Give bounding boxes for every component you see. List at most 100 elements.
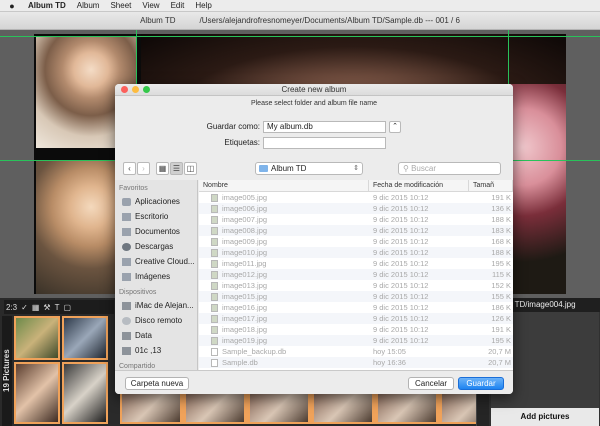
image-file-icon [211,204,218,213]
file-name-cell: image016.jpg [199,302,369,313]
menu-view[interactable]: View [142,1,159,10]
menu-app-name[interactable]: Album TD [28,1,66,10]
grid-icon[interactable]: ▦ [32,303,40,312]
text-icon[interactable]: T [55,303,60,312]
save-as-field[interactable]: My album.db [263,121,386,133]
file-date: 9 dic 2015 10:12 [373,215,429,224]
column-view-button[interactable]: ◫ [184,162,197,175]
sidebar-item-documents[interactable]: Documentos [115,224,197,239]
column-size-header[interactable]: Tamañ [469,180,513,191]
file-row[interactable]: image008.jpg 9 dic 2015 10:12 183 K [199,225,513,236]
file-row[interactable]: image013.jpg 9 dic 2015 10:12 152 K [199,280,513,291]
thumbnail[interactable] [186,392,244,422]
pictures-icon [122,272,131,281]
icon-view-button[interactable]: ▦ [156,162,169,175]
thumbnail[interactable] [314,392,372,422]
check-icon[interactable]: ✓ [21,303,28,312]
zoom-icon[interactable] [143,86,150,93]
thumbnail[interactable] [378,392,436,422]
add-pictures-button[interactable]: Add pictures [491,408,599,426]
create-album-dialog: Create new album Please select folder an… [115,84,513,394]
drive-icon [122,346,131,355]
file-row[interactable]: image007.jpg 9 dic 2015 10:12 188 K [199,214,513,225]
thumbnail[interactable] [250,392,308,422]
sidebar-item-label: Descargas [135,242,174,251]
window-titlebar: Album TD /Users/alejandrofresnomeyer/Doc… [0,12,600,30]
expand-button[interactable]: ⌃ [389,121,401,133]
sidebar-item-applications[interactable]: Aplicaciones [115,194,197,209]
thumbnail[interactable] [14,362,60,424]
file-date: hoy 16:36 [373,358,406,367]
menu-help[interactable]: Help [195,1,211,10]
sidebar-item-imac[interactable]: iMac de Alejan... [115,298,197,313]
tools-icon[interactable]: ⚒ [43,303,50,312]
image-file-icon [211,237,218,246]
file-size: 115 K [491,270,511,279]
file-row[interactable]: image009.jpg 9 dic 2015 10:12 168 K [199,236,513,247]
tags-field[interactable] [263,137,386,149]
file-name: image019.jpg [222,336,268,345]
minimize-icon[interactable] [132,86,139,93]
menu-edit[interactable]: Edit [171,1,185,10]
search-placeholder: Buscar [411,164,436,173]
sidebar-item-volume[interactable]: 01c ,13 [115,343,197,358]
browser-toolbar: 2:3 ✓ ▦ ⚒ T ▢ [4,300,114,314]
file-row[interactable]: image016.jpg 9 dic 2015 10:12 186 K [199,302,513,313]
guide-line [0,36,600,37]
list-view-button[interactable]: ☰ [170,162,183,175]
file-date: 9 dic 2015 10:12 [373,259,429,268]
file-row[interactable]: image017.jpg 9 dic 2015 10:12 126 K [199,313,513,324]
menu-sheet[interactable]: Sheet [110,1,131,10]
file-size: 191 K [491,325,511,334]
apple-menu-icon[interactable]: ● [7,1,17,11]
new-folder-button[interactable]: Carpeta nueva [125,377,189,390]
ratio-label[interactable]: 2:3 [6,303,17,312]
file-row[interactable]: image010.jpg 9 dic 2015 10:12 188 K [199,247,513,258]
thumbnail-strip[interactable] [120,390,502,424]
file-date: 9 dic 2015 10:12 [373,248,429,257]
menu-album[interactable]: Album [77,1,100,10]
file-size: 168 K [491,237,511,246]
close-icon[interactable] [121,86,128,93]
columns-icon: ◫ [186,164,195,173]
save-button[interactable]: Guardar [458,377,504,390]
thumbnail[interactable] [62,316,108,360]
file-name: image016.jpg [222,303,268,312]
forward-button[interactable]: › [137,162,150,175]
file-size: 155 K [491,292,511,301]
thumbnail[interactable] [122,392,180,422]
file-row[interactable]: Sample.db hoy 16:36 20,7 M [199,357,513,368]
sidebar-item-creative-cloud[interactable]: Creative Cloud... [115,254,197,269]
frame-icon[interactable]: ▢ [63,303,71,312]
search-field[interactable]: ⚲ Buscar [398,162,501,175]
document-icon [211,358,218,367]
file-row[interactable]: image006.jpg 9 dic 2015 10:12 136 K [199,203,513,214]
file-row[interactable]: image005.jpg 9 dic 2015 10:12 191 K [199,192,513,203]
file-row[interactable]: image015.jpg 9 dic 2015 10:12 155 K [199,291,513,302]
file-row[interactable]: image012.jpg 9 dic 2015 10:12 115 K [199,269,513,280]
file-name-cell: image011.jpg [199,258,369,269]
file-row[interactable]: Sample_backup.db hoy 15:05 20,7 M [199,346,513,357]
sidebar-item-pictures[interactable]: Imágenes [115,269,197,284]
column-name-header[interactable]: Nombre [199,180,369,191]
file-list-header: Nombre Fecha de modificación Tamañ [199,180,513,192]
file-name: image010.jpg [222,248,268,257]
sidebar-item-desktop[interactable]: Escritorio [115,209,197,224]
location-label: Album TD [271,164,307,173]
column-modified-header[interactable]: Fecha de modificación [369,180,469,191]
file-row[interactable]: image011.jpg 9 dic 2015 10:12 195 K [199,258,513,269]
file-row[interactable]: image019.jpg 9 dic 2015 10:12 195 K [199,335,513,346]
back-button[interactable]: ‹ [123,162,136,175]
file-name: image015.jpg [222,292,268,301]
cancel-button[interactable]: Cancelar [408,377,454,390]
sidebar-heading-shared: Compartido [119,363,156,370]
sidebar-item-label: Documentos [135,227,180,236]
thumbnail[interactable] [62,362,108,424]
thumbnail[interactable] [14,316,60,360]
sidebar-item-remote-disc[interactable]: Disco remoto [115,313,197,328]
sidebar-item-label: Creative Cloud... [135,257,195,266]
sidebar-item-data[interactable]: Data [115,328,197,343]
file-row[interactable]: image018.jpg 9 dic 2015 10:12 191 K [199,324,513,335]
location-popup[interactable]: Album TD ⇕ [255,162,363,175]
sidebar-item-downloads[interactable]: Descargas [115,239,197,254]
